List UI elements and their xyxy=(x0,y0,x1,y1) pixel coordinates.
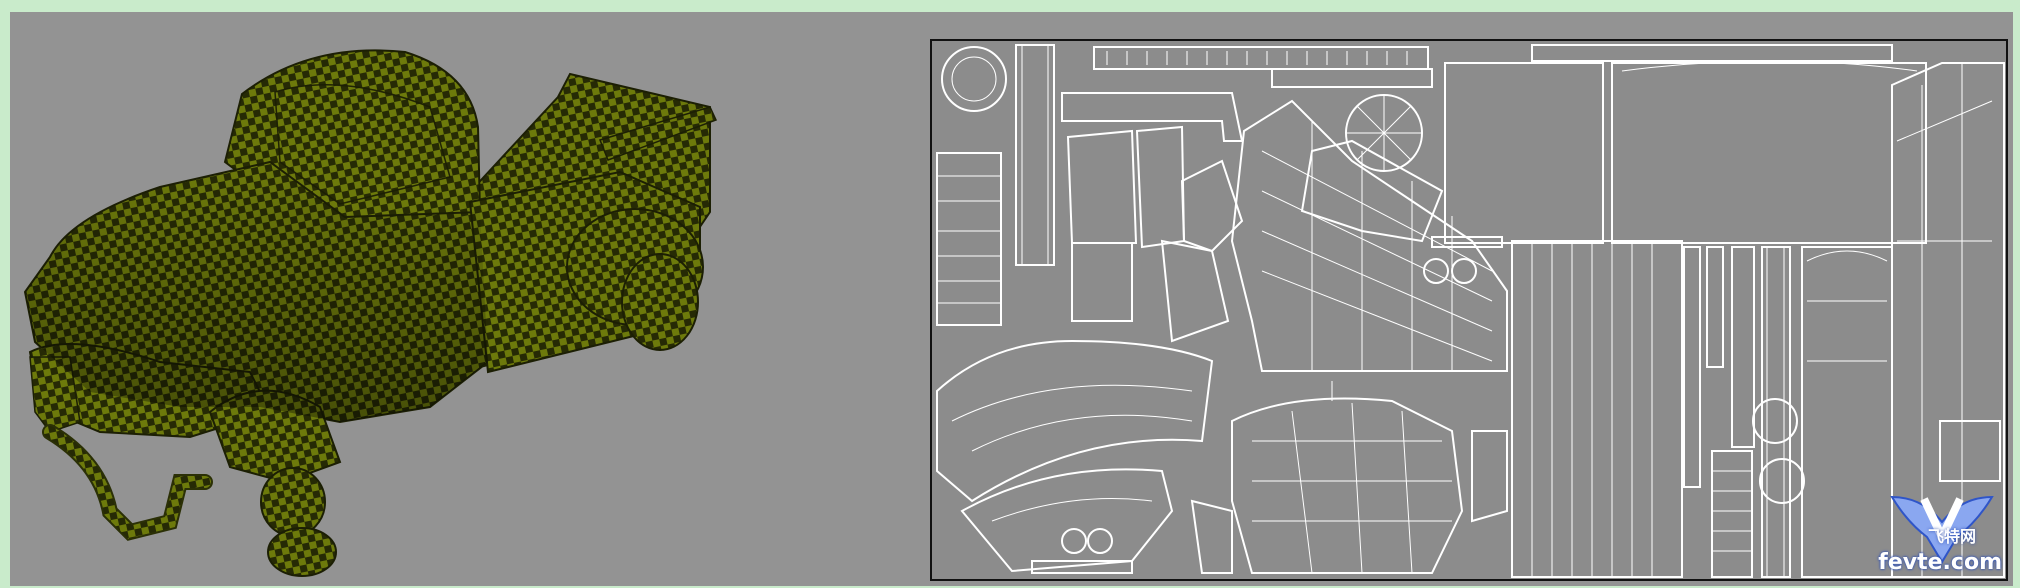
perspective-viewport[interactable] xyxy=(10,12,935,586)
watermark-cn-text: 飞特网 xyxy=(1927,527,1976,546)
watermark-site-text: fevte.com xyxy=(1878,550,2002,575)
uv-shells xyxy=(936,44,2005,578)
truck-model xyxy=(23,49,718,577)
uv-editor-panel[interactable]: 飞特网 fevte.com xyxy=(930,39,2008,581)
viewport[interactable]: 飞特网 fevte.com xyxy=(10,12,2013,586)
